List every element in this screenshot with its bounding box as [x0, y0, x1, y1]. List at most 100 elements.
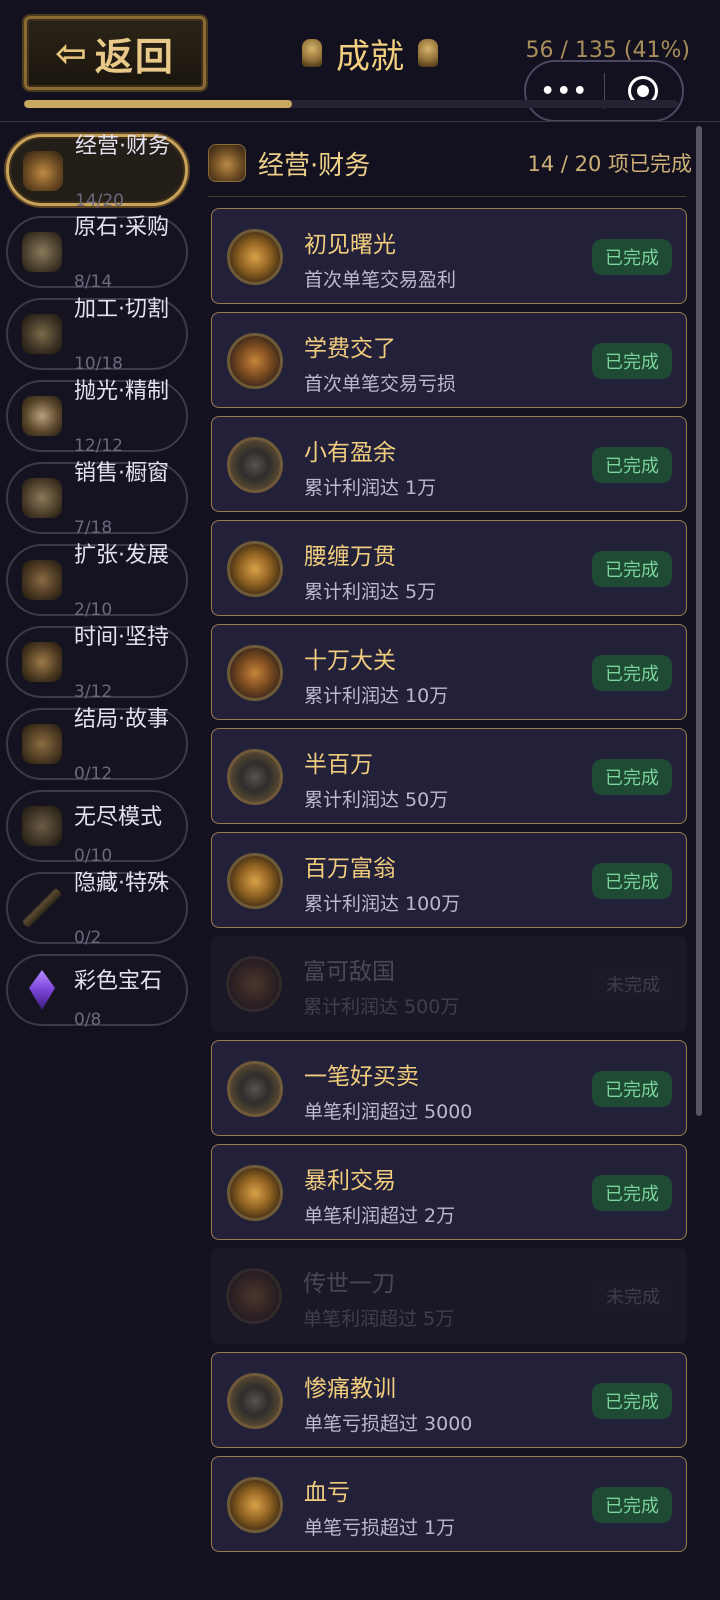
achievement-card[interactable]: 暴利交易 单笔利润超过 2万 已完成	[211, 1144, 687, 1240]
cutting-icon	[22, 314, 62, 354]
section-header: 经营·财务 14 / 20 项已完成	[208, 136, 692, 190]
sidebar-item[interactable]: 彩色宝石 0/8	[6, 954, 188, 1030]
sidebar-item-count: 0/10	[74, 846, 113, 866]
achievement-card[interactable]: 小有盈余累计利润达 1万 已完成	[211, 416, 687, 512]
achievement-card[interactable]: 十万大关 累计利润达 10万 已完成	[211, 624, 687, 720]
achievement-title: 暴利交易	[304, 1168, 396, 1194]
money-bag-icon	[208, 144, 246, 182]
status-badge: 已完成	[592, 1383, 672, 1419]
sidebar-item-count: 3/12	[74, 682, 113, 702]
chart-medal-icon	[226, 956, 282, 1012]
sidebar-item[interactable]: 时间·坚持 3/12	[6, 625, 188, 702]
achievement-title: 血亏	[304, 1480, 350, 1506]
achievement-title: 学费交了	[304, 336, 396, 362]
header: ⇦ 返回 成就 56 / 135 (41%) •••	[0, 0, 720, 122]
dark-medal-icon	[227, 749, 283, 805]
achievement-title: 腰缠万贯	[304, 544, 396, 570]
achievement-card[interactable]: 百万富翁 累计利润达 100万 已完成	[211, 832, 687, 928]
sidebar-item[interactable]: 原石·采购 8/14	[6, 215, 188, 292]
title-group: 成就	[290, 28, 450, 78]
sidebar-item-count: 0/12	[74, 764, 113, 784]
growth-icon	[22, 560, 62, 600]
achievement-description: 累计利润达 1万	[304, 477, 437, 499]
sidebar-item[interactable]: 销售·橱窗 7/18	[6, 461, 188, 538]
status-badge: 未完成	[593, 1278, 673, 1314]
page-title: 成就	[336, 36, 404, 77]
sidebar-item[interactable]: 无尽模式 0/10	[6, 790, 188, 866]
chart-medal-icon	[226, 1268, 282, 1324]
gold-medal-icon	[227, 853, 283, 909]
overall-progress-fill	[24, 100, 293, 108]
achievement-description: 单笔利润超过 5万	[303, 1308, 455, 1330]
status-badge: 已完成	[592, 551, 672, 587]
achievement-card[interactable]: 血亏 单笔亏损超过 1万 已完成	[211, 1456, 687, 1552]
status-badge: 已完成	[592, 1175, 672, 1211]
book-icon	[22, 724, 62, 764]
dark-medal-icon	[227, 1373, 283, 1429]
achievement-title: 传世一刀	[303, 1271, 395, 1297]
achievement-description: 首次单笔交易盈利	[304, 269, 457, 291]
sidebar-item-label: 原石·采购	[74, 215, 169, 240]
status-badge: 已完成	[592, 447, 672, 483]
achievement-description: 累计利润达 5万	[304, 581, 437, 603]
achievement-card[interactable]: 腰缠万贯累计利润达 5万 已完成	[211, 520, 687, 616]
achievement-title: 一笔好买卖	[304, 1064, 419, 1090]
achievement-card[interactable]: 传世一刀单笔利润超过 5万 未完成	[211, 1248, 687, 1344]
status-badge: 已完成	[592, 239, 672, 275]
section-divider	[208, 196, 686, 197]
sidebar-item[interactable]: 扩张·发展 2/10	[6, 543, 188, 620]
status-badge: 已完成	[592, 1487, 672, 1523]
sidebar-item-count: 8/14	[74, 272, 113, 292]
sidebar-item-label: 隐藏·特殊	[74, 871, 169, 896]
status-badge: 已完成	[592, 343, 672, 379]
sidebar-item[interactable]: 结局·故事 0/12	[6, 707, 188, 784]
achievement-card[interactable]: 富可敌国 累计利润达 500万 未完成	[211, 936, 687, 1032]
achievement-card[interactable]: 惨痛教训 单笔亏损超过 3000 已完成	[211, 1352, 687, 1448]
gold-medal-icon	[227, 541, 283, 597]
achievement-card[interactable]: 学费交了首次单笔交易亏损 已完成	[211, 312, 687, 408]
sidebar-item[interactable]: 经营·财务 14/20	[6, 134, 188, 211]
achievement-card[interactable]: 初见曙光 首次单笔交易盈利 已完成	[211, 208, 687, 304]
achievement-title: 小有盈余	[304, 440, 396, 466]
arrow-left-icon: ⇦	[55, 31, 87, 75]
status-badge: 已完成	[592, 655, 672, 691]
achievement-title: 十万大关	[304, 648, 396, 674]
gold-medal-icon	[227, 229, 283, 285]
scrollbar[interactable]	[696, 126, 702, 1116]
sidebar-item-label: 加工·切割	[74, 297, 169, 322]
achievement-card[interactable]: 半百万 累计利润达 50万 已完成	[211, 728, 687, 824]
sidebar-item[interactable]: 隐藏·特殊 0/2	[6, 871, 188, 948]
sidebar-item-count: 7/18	[74, 518, 113, 538]
achievement-description: 单笔利润超过 5000	[304, 1101, 473, 1123]
sidebar-item-label: 抛光·精制	[74, 379, 169, 404]
money-bag-icon	[23, 151, 63, 191]
sidebar-item[interactable]: 加工·切割 10/18	[6, 297, 188, 374]
achievement-card[interactable]: 一笔好买卖单笔利润超过 5000 已完成	[211, 1040, 687, 1136]
status-badge: 已完成	[592, 1071, 672, 1107]
pharaoh-icon	[418, 39, 438, 67]
polish-icon	[22, 396, 62, 436]
achievement-description: 首次单笔交易亏损	[304, 373, 457, 395]
key-icon	[22, 888, 62, 928]
chart-medal-icon	[227, 333, 283, 389]
achievement-description: 累计利润达 500万	[303, 996, 460, 1018]
infinity-icon	[22, 806, 62, 846]
hourglass-icon	[22, 642, 62, 682]
chart-medal-icon	[227, 645, 283, 701]
sidebar-item-count: 14/20	[75, 191, 124, 211]
achievement-description: 单笔亏损超过 3000	[304, 1413, 473, 1435]
sidebar-item-label: 扩张·发展	[74, 543, 169, 568]
achievement-description: 累计利润达 100万	[304, 893, 461, 915]
sidebar-item-count: 0/8	[74, 1010, 102, 1030]
gem-icon	[29, 970, 55, 1010]
back-button[interactable]: ⇦ 返回	[24, 16, 206, 90]
sidebar-item-label: 结局·故事	[74, 707, 169, 732]
gold-medal-icon	[227, 1165, 283, 1221]
sidebar-item[interactable]: 抛光·精制 12/12	[6, 379, 188, 456]
miniprogram-capsule: •••	[524, 60, 684, 122]
sidebar-item-count: 2/10	[74, 600, 113, 620]
achievement-description: 累计利润达 50万	[304, 789, 449, 811]
dark-medal-icon	[227, 1061, 283, 1117]
overall-progress-bar	[24, 100, 678, 108]
sidebar-item-label: 经营·财务	[75, 134, 170, 159]
